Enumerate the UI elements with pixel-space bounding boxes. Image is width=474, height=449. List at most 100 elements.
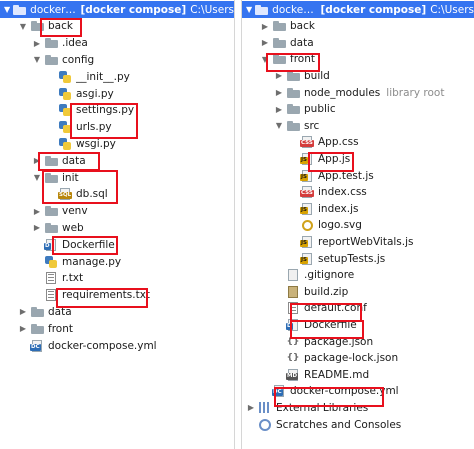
tree-item-front[interactable]: ▶ front	[0, 320, 234, 337]
chevron-right-icon[interactable]: ▶	[260, 22, 270, 31]
tree-item-requirements-txt[interactable]: requirements.txt	[0, 287, 234, 304]
chevron-down-icon[interactable]: ▼	[32, 55, 42, 64]
tree-item-docker-compose-yml[interactable]: DC docker-compose.yml	[242, 383, 474, 400]
markdown-file-icon: MD	[286, 368, 300, 381]
chevron-down-icon[interactable]: ▼	[18, 22, 28, 31]
tree-item-build-zip[interactable]: build.zip	[242, 283, 474, 300]
tree-item-web[interactable]: ▶ web	[0, 219, 234, 236]
css-file-icon: CSS	[300, 136, 314, 149]
css-file-icon: CSS	[300, 186, 314, 199]
tree-item-scratches-and-consoles[interactable]: Scratches and Consoles	[242, 416, 474, 433]
chevron-right-icon[interactable]: ▶	[18, 324, 28, 333]
tree-item-label: config	[62, 53, 95, 66]
chevron-down-icon[interactable]: ▼	[260, 55, 270, 64]
js-file-icon: JS	[300, 169, 314, 182]
chevron-right-icon[interactable]: ▶	[260, 38, 270, 47]
tree-item-wsgi-py[interactable]: wsgi.py	[0, 135, 234, 152]
tree-item-package-lock-json[interactable]: {} package-lock.json	[242, 350, 474, 367]
tree-item-urls-py[interactable]: urls.py	[0, 119, 234, 136]
python-file-icon	[44, 255, 58, 268]
tree-item-index-css[interactable]: CSS index.css	[242, 184, 474, 201]
tree-item-db-sql[interactable]: SQL db.sql	[0, 186, 234, 203]
chevron-down-icon[interactable]: ▼	[4, 5, 10, 14]
chevron-right-icon[interactable]: ▶	[274, 105, 284, 114]
tree-item-app-css[interactable]: CSS App.css	[242, 134, 474, 151]
tree-item-external-libraries[interactable]: ▶ External Libraries	[242, 399, 474, 416]
tree-item-manage-py[interactable]: manage.py	[0, 253, 234, 270]
tree-item-docker-compose-yml[interactable]: DC docker-compose.yml	[0, 337, 234, 354]
tree-item-logo-svg[interactable]: logo.svg	[242, 217, 474, 234]
json-file-icon: {}	[286, 353, 300, 364]
tree-item-back[interactable]: ▶ back	[242, 18, 474, 35]
chevron-right-icon[interactable]: ▶	[32, 156, 42, 165]
tree-item-init-py[interactable]: __init__.py	[0, 68, 234, 85]
zip-file-icon	[286, 285, 300, 298]
js-file-icon: JS	[300, 152, 314, 165]
tree-item-app-js[interactable]: JS App.js	[242, 150, 474, 167]
tree-item-settings-py[interactable]: settings.py	[0, 102, 234, 119]
chevron-right-icon[interactable]: ▶	[32, 223, 42, 232]
tree-item-public[interactable]: ▶ public	[242, 101, 474, 118]
tree-item-idea[interactable]: ▶ .idea	[0, 35, 234, 52]
folder-icon	[44, 154, 58, 167]
chevron-right-icon[interactable]: ▶	[274, 88, 284, 97]
json-file-icon: {}	[286, 336, 300, 347]
tree-item-data[interactable]: ▶ data	[0, 303, 234, 320]
tree-item-src[interactable]: ▼ src	[242, 117, 474, 134]
tree-item-label: front	[48, 322, 73, 335]
chevron-right-icon[interactable]: ▶	[246, 403, 256, 412]
tree-item-data[interactable]: ▶ data	[242, 34, 474, 51]
external-libraries-icon	[258, 401, 272, 414]
chevron-down-icon[interactable]: ▼	[32, 173, 42, 182]
tree-item-dockerfile[interactable]: D Dockerfile	[0, 236, 234, 253]
dockerfile-icon: D	[286, 318, 300, 331]
tree-item-label: asgi.py	[76, 87, 114, 100]
tree-item-label: docker-compose.yml	[48, 339, 157, 352]
tree-item-label: package-lock.json	[304, 352, 399, 365]
tree-item-default-conf[interactable]: default.conf	[242, 300, 474, 317]
tree-item-asgi-py[interactable]: asgi.py	[0, 85, 234, 102]
folder-icon	[30, 305, 44, 318]
tree-item-reportwebvitals-js[interactable]: JS reportWebVitals.js	[242, 233, 474, 250]
chevron-down-icon[interactable]: ▼	[246, 5, 252, 14]
folder-icon	[44, 37, 58, 50]
tree-item-config[interactable]: ▼ config	[0, 51, 234, 68]
text-file-icon	[44, 272, 58, 285]
folder-icon	[30, 20, 44, 33]
tree-item-setuptests-js[interactable]: JS setupTests.js	[242, 250, 474, 267]
chevron-right-icon[interactable]: ▶	[18, 307, 28, 316]
tree-item-app-test-js[interactable]: JS App.test.js	[242, 167, 474, 184]
tree-item-label: index.js	[318, 202, 359, 215]
tree-item-label: App.js	[318, 152, 351, 165]
tree-item-readme-md[interactable]: MD README.md	[242, 366, 474, 383]
tree-item-label: index.css	[318, 186, 367, 199]
tree-item-index-js[interactable]: JS index.js	[242, 200, 474, 217]
chevron-right-icon[interactable]: ▶	[274, 71, 284, 80]
tree-item-build[interactable]: ▶ build	[242, 67, 474, 84]
tree-item-label: reportWebVitals.js	[318, 235, 414, 248]
tree-item-r-txt[interactable]: r.txt	[0, 270, 234, 287]
folder-icon	[254, 3, 268, 16]
tree-item-gitignore[interactable]: .gitignore	[242, 267, 474, 284]
chevron-right-icon[interactable]: ▶	[32, 207, 42, 216]
tree-item-data[interactable]: ▶ data	[0, 152, 234, 169]
chevron-right-icon[interactable]: ▶	[32, 39, 42, 48]
tree-item-dockerfile[interactable]: D Dockerfile	[242, 316, 474, 333]
js-file-icon: JS	[300, 252, 314, 265]
folder-icon	[12, 3, 26, 16]
js-file-icon: JS	[300, 202, 314, 215]
tree-item-venv[interactable]: ▶ venv	[0, 203, 234, 220]
tree-item-label: docker-compose.yml	[290, 385, 399, 398]
tree-item-package-json[interactable]: {} package.json	[242, 333, 474, 350]
tree-item-label: wsgi.py	[76, 137, 116, 150]
tree-item-dockercompose[interactable]: ▼ dockercompose [docker compose]C:\Users	[0, 1, 234, 18]
tree-item-dockercompose[interactable]: ▼ dockercompose [docker compose]C:\Users	[242, 1, 474, 18]
chevron-down-icon[interactable]: ▼	[274, 121, 284, 130]
tree-item-front[interactable]: ▼ front	[242, 51, 474, 68]
tree-item-label: urls.py	[76, 121, 112, 134]
folder-icon	[286, 69, 300, 82]
tree-item-node-modules[interactable]: ▶ node_modules library root	[242, 84, 474, 101]
tree-item-label: data	[290, 36, 314, 49]
tree-item-init[interactable]: ▼ init	[0, 169, 234, 186]
tree-item-back[interactable]: ▼ back	[0, 18, 234, 35]
